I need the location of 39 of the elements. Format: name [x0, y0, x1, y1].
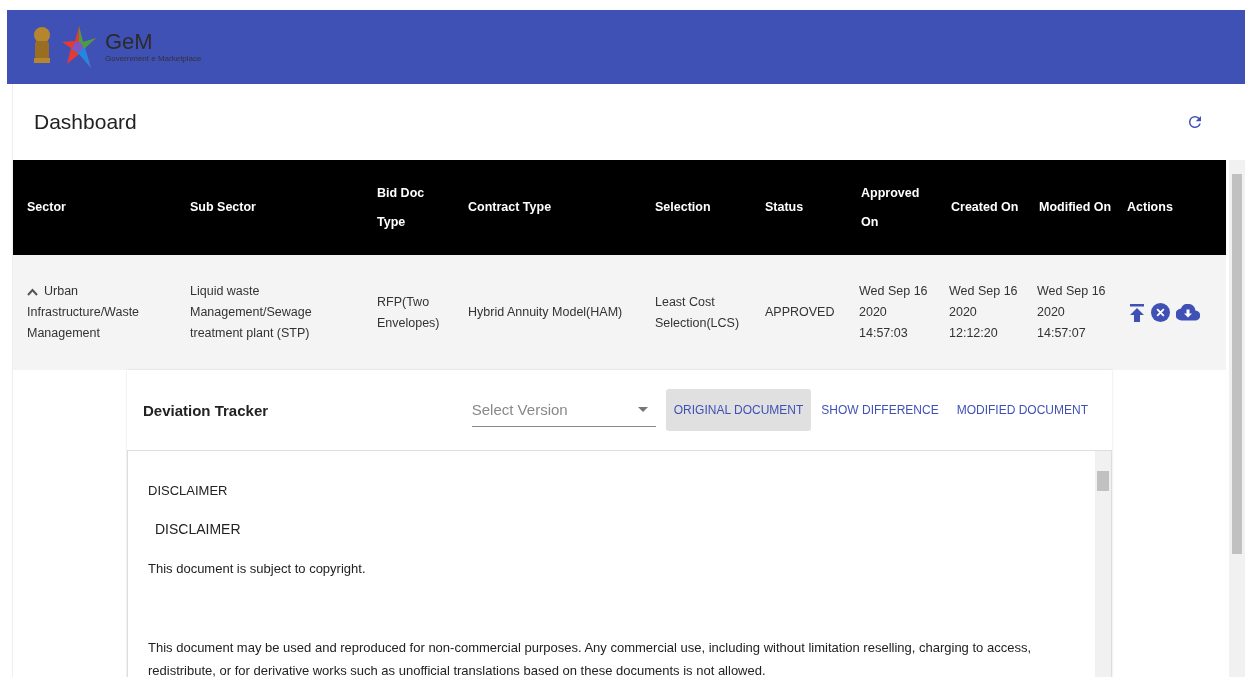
document-tab[interactable]: SHOW DIFFERENCE — [813, 389, 947, 431]
table-cell-text: Wed Sep 16 2020 14:57:03 — [858, 283, 929, 342]
column-header: Sector — [26, 199, 67, 216]
document-paragraph: This document is subject to copyright. — [148, 560, 367, 578]
document-heading: DISCLAIMER — [154, 520, 242, 539]
table-cell-text: APPROVED — [764, 304, 836, 321]
caret-icon[interactable] — [637, 407, 648, 413]
table-cell-text: RFP(Two Envelopes) — [376, 293, 441, 332]
table-cell-text: Wed Sep 16 2020 12:12:20 — [948, 283, 1019, 342]
page-title: Dashboard — [34, 110, 137, 134]
refresh-button[interactable] — [1186, 113, 1204, 131]
panel-title: Deviation Tracker — [143, 401, 270, 419]
table-cell-text: Wed Sep 16 2020 14:57:07 — [1036, 283, 1107, 342]
table-cell-text: Urban Infrastructure/Waste Management — [26, 283, 141, 342]
column-header: Contract Type — [467, 199, 553, 216]
table-row[interactable] — [13, 255, 1226, 370]
column-header: Modified On — [1038, 199, 1113, 216]
table-cell-text: Least Cost Selection(LCS) — [654, 293, 741, 332]
column-header: Approved On — [860, 184, 921, 231]
logo-subtitle: Government e Marketplace — [105, 55, 202, 63]
column-header: Bid Doc Type — [376, 184, 426, 231]
close-circle-icon[interactable] — [1151, 303, 1170, 322]
column-header: Actions — [1126, 199, 1174, 216]
column-header: Selection — [654, 199, 712, 216]
column-header: Created On — [950, 199, 1020, 216]
document-scrollbar[interactable] — [1095, 451, 1111, 677]
table-cell-text: Liquid waste Management/Sewage treatment plant (STP) — [189, 283, 313, 342]
document-paragraph: This document may be used and reproduced for non-commercial purposes. Any commercial use, including without limitation reselling, charging to access, redistribute, or for derivative works such as unofficial translations based on these documents is not allowed. — [148, 639, 1032, 677]
page-scrollbar[interactable] — [1229, 160, 1245, 677]
version-select[interactable]: Select Version — [471, 393, 656, 427]
table-cell-text: Hybrid Annuity Model(HAM) — [467, 304, 624, 321]
document-tab[interactable]: ORIGINAL DOCUMENT — [665, 389, 812, 431]
document-paragraph: DISCLAIMER — [148, 482, 229, 500]
upload-icon[interactable] — [1129, 303, 1145, 322]
column-header: Sub Sector — [189, 199, 257, 216]
column-header: Status — [764, 199, 805, 216]
logo-title: GeM — [105, 31, 154, 53]
document-tab[interactable]: MODIFIED DOCUMENT — [948, 389, 1096, 431]
cloud-download-icon[interactable] — [1176, 304, 1200, 321]
